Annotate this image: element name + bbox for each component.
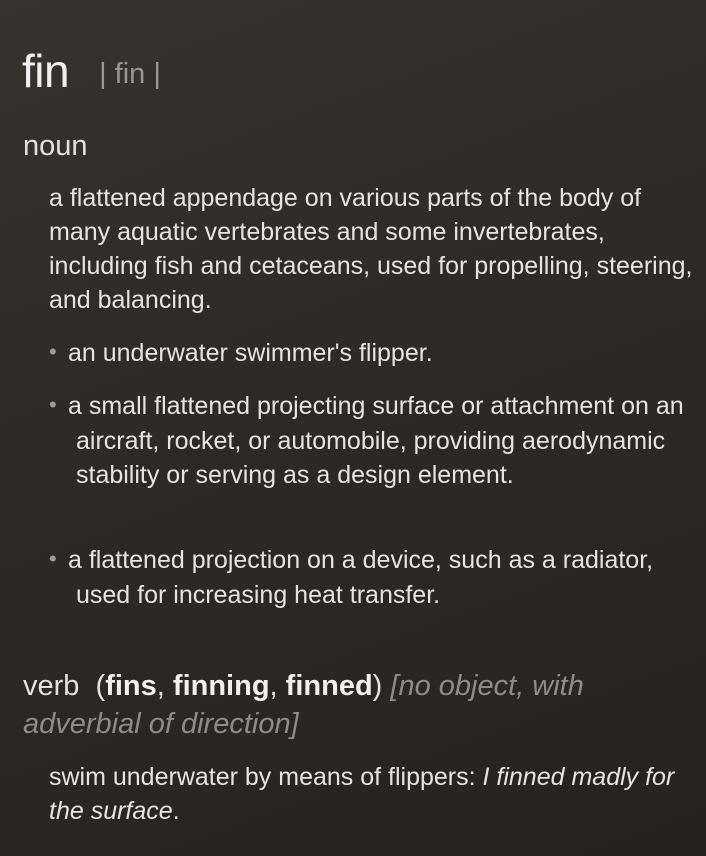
subsense-text: an underwater swimmer's flipper. xyxy=(68,339,433,367)
dictionary-panel: fin | fin | noun a flattened appendage on… xyxy=(0,0,706,856)
bullet-icon: • xyxy=(49,546,57,571)
noun-subsense-2: • a small flattened projecting surface or… xyxy=(49,389,699,492)
subsense-text: a small flattened projecting surface or … xyxy=(68,392,684,489)
verb-forms: (fins, finning, finned) xyxy=(96,670,383,702)
verb-definition: swim underwater by means of flippers: I … xyxy=(49,760,699,828)
verb-definition-text: swim underwater by means of flippers: xyxy=(49,763,483,791)
headword-line: fin | fin | xyxy=(22,44,161,98)
verb-form: fins xyxy=(105,670,157,702)
comma: , xyxy=(156,670,173,702)
close-paren: ) xyxy=(372,670,383,702)
bullet-icon: • xyxy=(49,339,57,364)
verb-header: verb (fins, finning, finned) [no object,… xyxy=(23,667,683,743)
subsense-text: a flattened projection on a device, such… xyxy=(68,546,654,609)
part-of-speech-noun: noun xyxy=(23,130,88,162)
example-end: . xyxy=(172,797,180,825)
bullet-icon: • xyxy=(49,392,57,417)
noun-subsense-3: • a flattened projection on a device, suc… xyxy=(49,543,699,612)
noun-definition: a flattened appendage on various parts o… xyxy=(49,184,693,314)
open-paren: ( xyxy=(95,670,106,702)
headword: fin xyxy=(22,45,70,97)
noun-subsense-1: • an underwater swimmer's flipper. xyxy=(49,336,699,371)
pronunciation: | fin | xyxy=(99,58,161,90)
comma: , xyxy=(269,670,286,702)
verb-form: finned xyxy=(285,670,373,702)
verb-form: finning xyxy=(172,670,270,702)
part-of-speech-verb: verb xyxy=(23,670,80,702)
